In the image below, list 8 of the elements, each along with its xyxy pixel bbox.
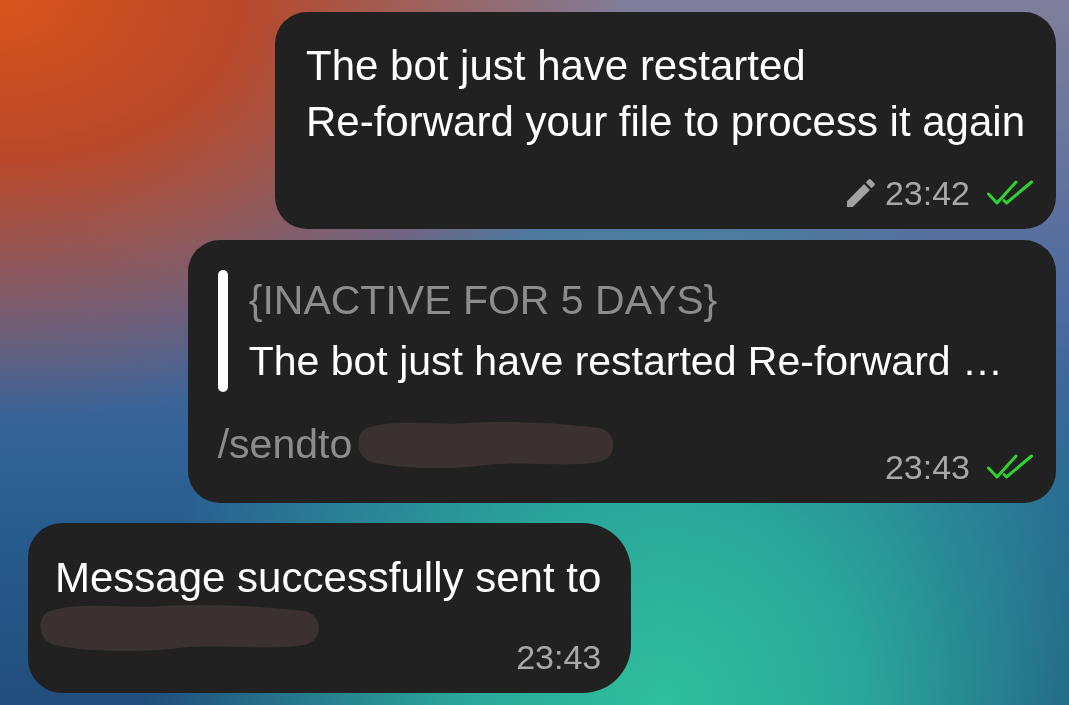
reply-title: {INACTIVE FOR 5 DAYS}	[248, 276, 719, 325]
message-text: Message successfully sent to	[55, 553, 602, 603]
reply-text: The bot just have restarted Re-forward …	[248, 337, 1003, 386]
message-time: 23:43	[516, 637, 602, 677]
message-text: The bot just have restarted Re-forward your file to process it again	[306, 41, 1026, 147]
message-time: 23:42	[884, 173, 970, 213]
command-text: /sendto	[217, 420, 353, 468]
message-time: 23:43	[884, 447, 970, 487]
